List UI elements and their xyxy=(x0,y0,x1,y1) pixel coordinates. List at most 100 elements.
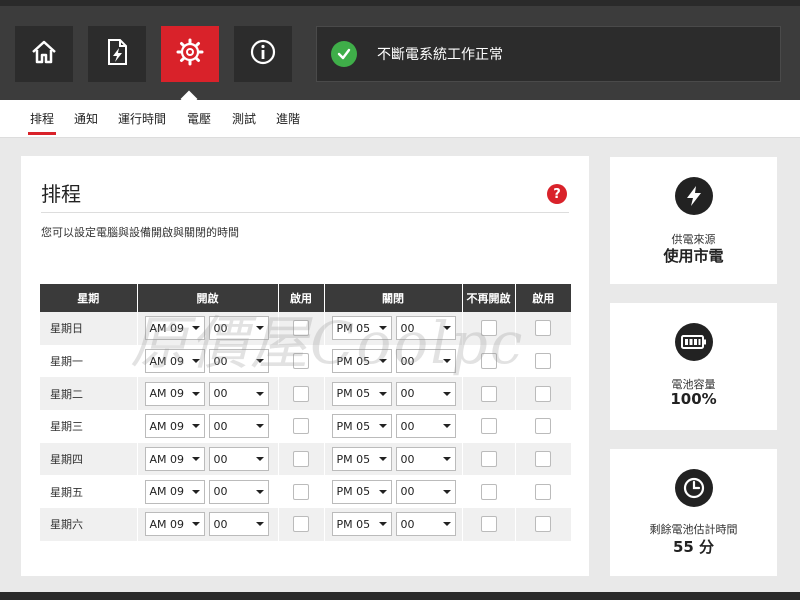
settings-button[interactable] xyxy=(161,26,219,82)
enable-close-checkbox[interactable] xyxy=(535,451,552,468)
close-minute-select[interactable]: 00 xyxy=(395,316,456,341)
open-hour-value: AM 09 xyxy=(149,517,185,531)
divider xyxy=(41,212,569,213)
close-minute-select[interactable]: 00 xyxy=(395,414,456,439)
header-enable-open: 啟用 xyxy=(278,284,325,312)
close-hour-select[interactable]: PM 05 xyxy=(331,381,392,406)
runtime-card: 剩餘電池估計時間 55 分 xyxy=(610,449,777,576)
close-minute-select[interactable]: 00 xyxy=(395,512,456,537)
open-hour-select[interactable]: AM 09 xyxy=(144,479,205,504)
enable-close-checkbox[interactable] xyxy=(535,320,552,337)
enable-open-checkbox[interactable] xyxy=(293,451,309,468)
close-hour-select[interactable]: PM 05 xyxy=(331,447,392,472)
tab-runtime[interactable]: 運行時間 xyxy=(118,100,166,138)
power-source-card: 供電來源 使用市電 xyxy=(610,157,777,284)
open-hour-select[interactable]: AM 09 xyxy=(144,349,205,374)
enable-open-checkbox[interactable] xyxy=(293,418,309,435)
close-minute-select[interactable]: 00 xyxy=(395,381,456,406)
close-time-cell: PM 05 00 xyxy=(324,377,463,411)
enable-close-cell xyxy=(515,475,571,509)
chevron-down-icon xyxy=(442,489,451,494)
tab-notifications[interactable]: 通知 xyxy=(74,100,98,138)
enable-open-checkbox[interactable] xyxy=(293,516,309,533)
enable-open-checkbox[interactable] xyxy=(293,353,309,370)
close-time-cell: PM 05 00 xyxy=(324,475,463,509)
close-hour-value: PM 05 xyxy=(336,354,371,368)
enable-open-checkbox[interactable] xyxy=(293,320,309,337)
enable-close-checkbox[interactable] xyxy=(535,418,552,435)
table-row: 星期五 AM 09 00 PM 05 00 xyxy=(40,475,571,509)
close-time-cell: PM 05 00 xyxy=(324,508,463,541)
close-hour-select[interactable]: PM 05 xyxy=(331,414,392,439)
enable-open-checkbox[interactable] xyxy=(293,483,309,500)
no-reopen-checkbox[interactable] xyxy=(480,385,497,402)
close-minute-value: 00 xyxy=(400,452,415,466)
close-hour-select[interactable]: PM 05 xyxy=(331,316,392,341)
no-reopen-checkbox[interactable] xyxy=(480,516,497,533)
close-minute-select[interactable]: 00 xyxy=(395,479,456,504)
close-hour-value: PM 05 xyxy=(336,485,371,499)
chevron-down-icon xyxy=(255,424,264,429)
open-minute-select[interactable]: 00 xyxy=(208,414,269,439)
chevron-down-icon xyxy=(191,522,200,527)
no-reopen-checkbox[interactable] xyxy=(480,483,497,500)
close-hour-select[interactable]: PM 05 xyxy=(331,512,392,537)
gear-icon xyxy=(175,37,205,71)
chevron-down-icon xyxy=(255,359,264,364)
enable-open-cell xyxy=(278,508,325,541)
close-hour-select[interactable]: PM 05 xyxy=(331,479,392,504)
chevron-down-icon xyxy=(255,391,264,396)
close-minute-select[interactable]: 00 xyxy=(395,447,456,472)
chevron-down-icon xyxy=(191,359,200,364)
open-minute-select[interactable]: 00 xyxy=(208,512,269,537)
enable-open-cell xyxy=(278,377,325,411)
open-minute-select[interactable]: 00 xyxy=(208,349,269,374)
no-reopen-checkbox[interactable] xyxy=(480,451,497,468)
open-minute-select[interactable]: 00 xyxy=(208,381,269,406)
close-time-cell: PM 05 00 xyxy=(324,442,463,476)
close-hour-select[interactable]: PM 05 xyxy=(331,349,392,374)
help-icon[interactable]: ? xyxy=(547,184,567,204)
tab-test[interactable]: 測試 xyxy=(232,100,256,138)
open-hour-select[interactable]: AM 09 xyxy=(144,316,205,341)
enable-close-checkbox[interactable] xyxy=(535,483,552,500)
close-hour-value: PM 05 xyxy=(336,387,371,401)
open-minute-select[interactable]: 00 xyxy=(208,447,269,472)
tab-advanced[interactable]: 進階 xyxy=(276,100,300,138)
enable-close-checkbox[interactable] xyxy=(535,385,552,402)
power-file-button[interactable] xyxy=(88,26,146,82)
header-enable-close: 啟用 xyxy=(515,284,571,312)
no-reopen-checkbox[interactable] xyxy=(480,418,497,435)
panel-description: 您可以設定電腦與設備開啟與關閉的時間 xyxy=(41,226,239,239)
no-reopen-checkbox[interactable] xyxy=(480,353,497,370)
home-button[interactable] xyxy=(15,26,73,82)
chevron-down-icon xyxy=(442,359,451,364)
enable-close-checkbox[interactable] xyxy=(535,353,552,370)
open-hour-select[interactable]: AM 09 xyxy=(144,381,205,406)
header-close: 關閉 xyxy=(324,284,463,312)
tab-voltage[interactable]: 電壓 xyxy=(187,100,211,138)
tab-schedule[interactable]: 排程 xyxy=(27,100,57,138)
open-hour-select[interactable]: AM 09 xyxy=(144,512,205,537)
no-reopen-cell xyxy=(462,475,516,509)
status-text: 不斷電系統工作正常 xyxy=(377,47,503,63)
table-row: 星期六 AM 09 00 PM 05 00 xyxy=(40,508,571,541)
open-minute-select[interactable]: 00 xyxy=(208,479,269,504)
open-hour-value: AM 09 xyxy=(149,452,185,466)
open-hour-select[interactable]: AM 09 xyxy=(144,414,205,439)
enable-open-checkbox[interactable] xyxy=(293,385,309,402)
no-reopen-checkbox[interactable] xyxy=(480,320,497,337)
enable-close-checkbox[interactable] xyxy=(535,516,552,533)
day-label: 星期一 xyxy=(40,344,138,378)
top-bar: 不斷電系統工作正常 xyxy=(0,0,800,100)
day-label: 星期二 xyxy=(40,377,138,411)
open-hour-select[interactable]: AM 09 xyxy=(144,447,205,472)
info-button[interactable] xyxy=(234,26,292,82)
close-minute-select[interactable]: 00 xyxy=(395,349,456,374)
power-source-value: 使用市電 xyxy=(663,247,724,265)
enable-close-cell xyxy=(515,410,571,443)
open-minute-select[interactable]: 00 xyxy=(208,316,269,341)
close-hour-value: PM 05 xyxy=(336,517,371,531)
chevron-down-icon xyxy=(255,326,264,331)
chevron-down-icon xyxy=(255,457,264,462)
